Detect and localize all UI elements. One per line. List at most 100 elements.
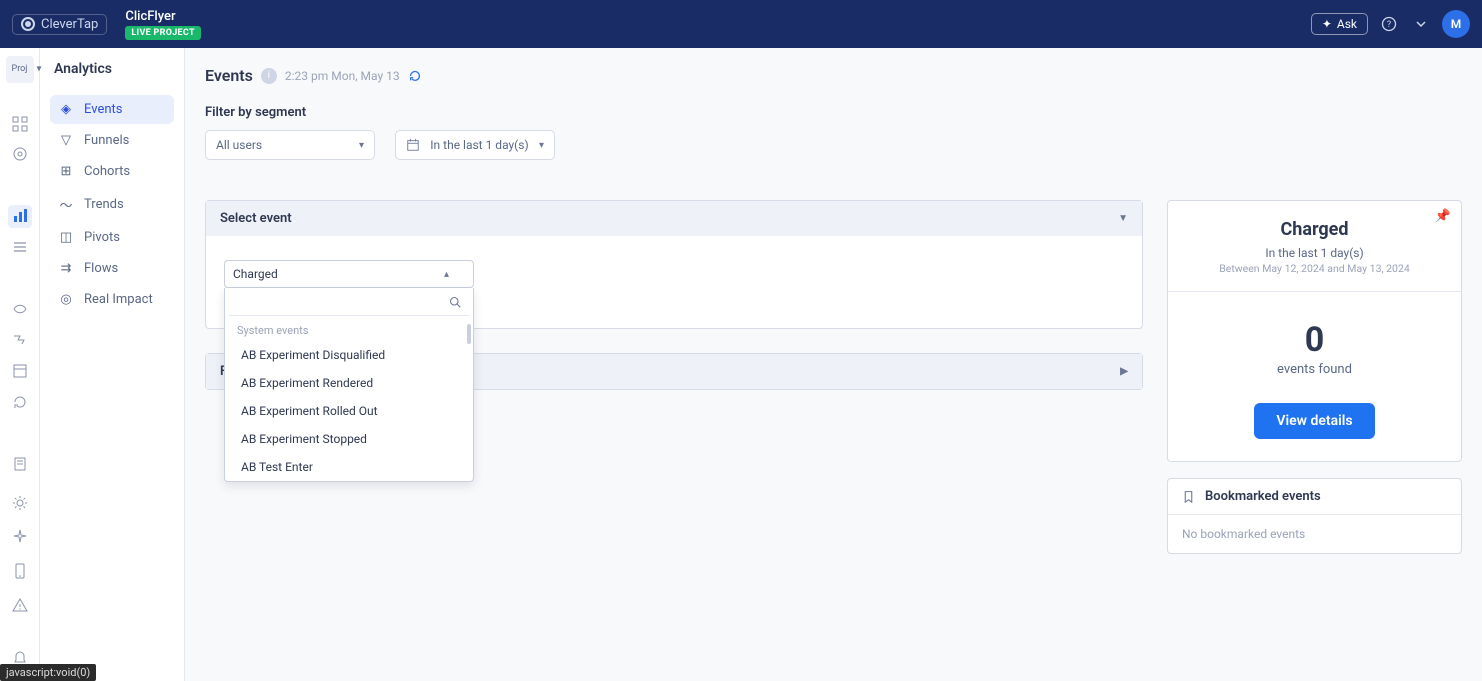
event-combobox-dropdown: System events AB Experiment Disqualified… bbox=[224, 288, 474, 482]
ask-button[interactable]: ✦ Ask bbox=[1311, 13, 1368, 35]
subnav-item-cohorts[interactable]: ⊞ Cohorts bbox=[50, 157, 174, 186]
event-option[interactable]: AB Experiment Disqualified bbox=[225, 341, 473, 369]
chevron-down-icon: ▾ bbox=[359, 140, 364, 151]
statusbar-link-preview: javascript:void(0) bbox=[0, 664, 96, 681]
event-combobox: Charged ▴ bbox=[224, 260, 474, 288]
refresh-icon[interactable] bbox=[8, 390, 32, 413]
ask-button-label: Ask bbox=[1337, 17, 1357, 31]
sparkle-icon: ✦ bbox=[1322, 17, 1332, 31]
project-name: ClicFlyer bbox=[125, 9, 200, 24]
event-search-row bbox=[229, 288, 469, 316]
project-switcher[interactable]: ClicFlyer LIVE PROJECT bbox=[125, 9, 200, 40]
scrollbar-thumb[interactable] bbox=[467, 324, 471, 344]
bookmarks-card: Bookmarked events No bookmarked events bbox=[1167, 478, 1462, 554]
chevron-down-icon: ▼ bbox=[1118, 213, 1128, 224]
segments-icon[interactable] bbox=[8, 236, 32, 259]
event-count: 0 bbox=[1186, 320, 1443, 360]
event-option-group: System events bbox=[225, 316, 473, 341]
main-content: Events i 2:23 pm Mon, May 13 Filter by s… bbox=[185, 48, 1482, 681]
trends-icon: 〜 bbox=[58, 195, 74, 214]
subnav-item-label: Cohorts bbox=[84, 164, 130, 179]
select-event-card: Select event ▼ Charged ▴ bbox=[205, 200, 1143, 329]
svg-text:?: ? bbox=[1387, 20, 1391, 30]
avatar-initial: M bbox=[1451, 17, 1462, 31]
warning-icon[interactable] bbox=[8, 593, 32, 617]
bookmarks-empty-text: No bookmarked events bbox=[1168, 515, 1461, 553]
events-icon: ◈ bbox=[58, 102, 74, 117]
chevron-right-icon: ▶ bbox=[1120, 366, 1128, 377]
event-combobox-input[interactable]: Charged ▴ bbox=[224, 260, 474, 288]
target-icon[interactable] bbox=[8, 143, 32, 166]
select-event-header[interactable]: Select event ▼ bbox=[206, 201, 1142, 236]
view-details-button[interactable]: View details bbox=[1254, 403, 1374, 439]
topbar: CleverTap ClicFlyer LIVE PROJECT ✦ Ask ?… bbox=[0, 0, 1482, 48]
chevron-down-icon[interactable] bbox=[1410, 13, 1432, 35]
subnav-item-flows[interactable]: ⇉ Flows bbox=[50, 254, 174, 283]
icon-rail: Proj ▾ bbox=[0, 48, 40, 681]
mobile-icon[interactable] bbox=[8, 559, 32, 583]
impact-icon: ◎ bbox=[58, 292, 74, 307]
help-icon[interactable]: ? bbox=[1378, 13, 1400, 35]
segment-select[interactable]: All users ▾ bbox=[205, 130, 375, 160]
project-status-badge: LIVE PROJECT bbox=[125, 26, 200, 40]
refresh-icon[interactable] bbox=[408, 69, 422, 83]
date-range-value: In the last 1 day(s) bbox=[430, 138, 528, 152]
subnav-item-trends[interactable]: 〜Trends bbox=[50, 188, 174, 221]
segment-select-value: All users bbox=[216, 138, 262, 152]
chevron-down-icon: ▾ bbox=[36, 64, 41, 75]
event-combobox-value: Charged bbox=[233, 267, 278, 281]
pivots-icon: ◫ bbox=[58, 230, 74, 245]
summary-title: Charged bbox=[1186, 219, 1443, 240]
brand-mark-icon bbox=[21, 17, 35, 31]
subnav-item-label: Events bbox=[84, 102, 122, 117]
brand-name: CleverTap bbox=[41, 17, 98, 32]
campaigns-icon[interactable] bbox=[8, 298, 32, 321]
divider bbox=[1168, 291, 1461, 292]
subnav-item-label: Real Impact bbox=[84, 292, 153, 307]
analytics-icon[interactable] bbox=[8, 205, 32, 228]
pin-icon[interactable]: 📌 bbox=[1435, 209, 1451, 224]
subnav-item-pivots[interactable]: ◫ Pivots bbox=[50, 223, 174, 252]
journeys-icon[interactable] bbox=[8, 328, 32, 351]
search-icon bbox=[449, 296, 461, 308]
select-event-label: Select event bbox=[220, 211, 292, 226]
subnav-item-funnels[interactable]: ▽ Funnels bbox=[50, 126, 174, 155]
chevron-up-icon: ▴ bbox=[444, 269, 449, 280]
subnav-item-label: Flows bbox=[84, 261, 118, 276]
chevron-down-icon: ▾ bbox=[539, 140, 544, 151]
flows-icon: ⇉ bbox=[58, 261, 74, 276]
event-option[interactable]: AB Test Enter bbox=[225, 453, 473, 481]
funnel-icon: ▽ bbox=[58, 133, 74, 148]
info-icon[interactable]: i bbox=[261, 68, 277, 84]
page-timestamp: 2:23 pm Mon, May 13 bbox=[285, 69, 400, 83]
event-option[interactable]: AB Experiment Rendered bbox=[225, 369, 473, 397]
event-option[interactable]: AB Experiment Stopped bbox=[225, 425, 473, 453]
brand-logo[interactable]: CleverTap bbox=[12, 14, 107, 35]
subnav-item-label: Funnels bbox=[84, 133, 129, 148]
event-count-label: events found bbox=[1186, 362, 1443, 377]
event-search-input[interactable] bbox=[237, 295, 443, 309]
subnav-title: Analytics bbox=[54, 61, 174, 77]
boards-icon[interactable] bbox=[8, 112, 32, 135]
gear-icon[interactable] bbox=[8, 491, 32, 515]
content-icon[interactable] bbox=[8, 452, 32, 475]
analytics-subnav: Analytics ◈ Events ▽ Funnels ⊞ Cohorts 〜Tre… bbox=[40, 48, 185, 681]
bookmarks-header[interactable]: Bookmarked events bbox=[1168, 479, 1461, 515]
summary-card: 📌 Charged In the last 1 day(s) Between M… bbox=[1167, 200, 1462, 462]
subnav-item-events[interactable]: ◈ Events bbox=[50, 95, 174, 124]
summary-subtitle: In the last 1 day(s) bbox=[1186, 246, 1443, 260]
spark-icon[interactable] bbox=[8, 525, 32, 549]
catalog-icon[interactable] bbox=[8, 359, 32, 382]
event-option[interactable]: AB Experiment Rolled Out bbox=[225, 397, 473, 425]
project-thumb[interactable]: Proj ▾ bbox=[6, 56, 34, 83]
subnav-item-label: Pivots bbox=[84, 230, 120, 245]
date-range-select[interactable]: In the last 1 day(s) ▾ bbox=[395, 130, 555, 160]
calendar-icon bbox=[406, 138, 420, 152]
subnav-item-real-impact[interactable]: ◎ Real Impact bbox=[50, 285, 174, 314]
summary-date-range: Between May 12, 2024 and May 13, 2024 bbox=[1186, 262, 1443, 275]
cohorts-icon: ⊞ bbox=[58, 164, 74, 179]
page-title: Events bbox=[205, 66, 253, 85]
bookmark-icon bbox=[1182, 490, 1195, 503]
avatar[interactable]: M bbox=[1442, 10, 1470, 38]
bookmarks-title: Bookmarked events bbox=[1205, 489, 1321, 504]
